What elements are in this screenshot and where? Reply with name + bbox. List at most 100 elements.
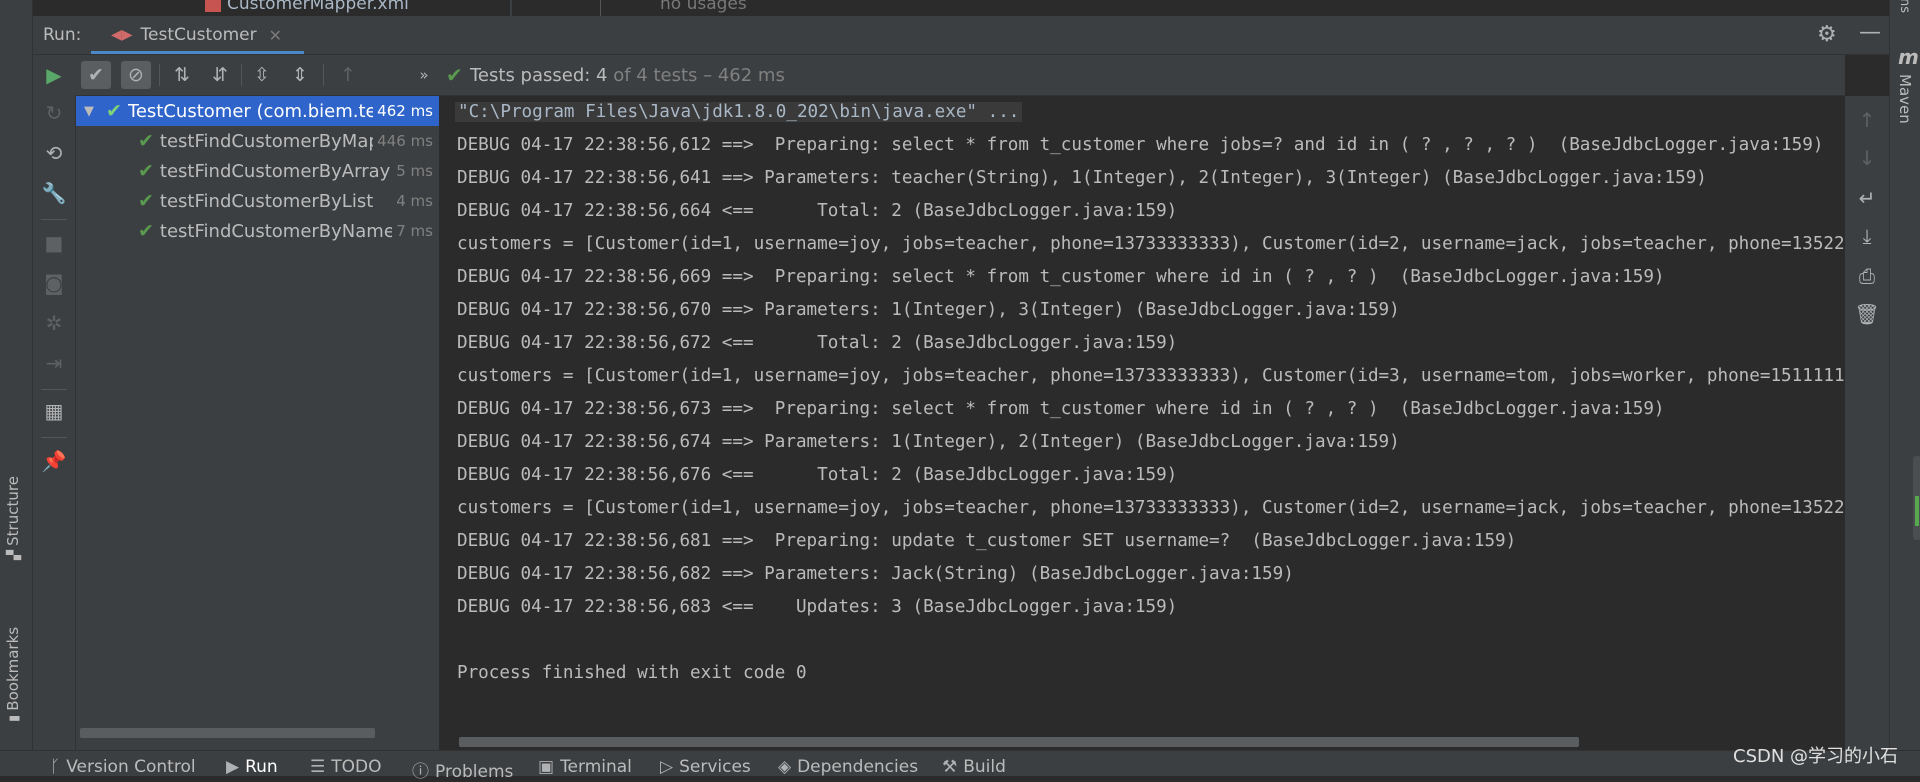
watermark: CSDN @学习的小石 [1733, 746, 1899, 767]
gear-icon[interactable]: ⚙ [1817, 22, 1837, 47]
arrow-down-icon: ↓ [1858, 146, 1876, 170]
maven-tool-button[interactable]: Maven [1896, 74, 1914, 124]
memory-fill [1915, 496, 1919, 526]
print-button[interactable]: ⎙ [1853, 262, 1881, 290]
run-tab-testcustomer[interactable]: ◀▶ TestCustomer ✕ [91, 16, 305, 54]
checkmark-icon: ✔ [138, 160, 154, 182]
structure-tool-button[interactable]: ▞ Structure [4, 476, 22, 560]
sort-alpha-icon: ⇅ [174, 64, 190, 86]
previous-failed-button[interactable]: ↑ [333, 61, 363, 89]
services-icon: ▷ [660, 757, 674, 777]
toggle-auto-test-button[interactable]: ⟲ [40, 139, 68, 167]
rerun-button[interactable]: ▶ [40, 61, 68, 89]
console-line: DEBUG 04-17 22:38:56,664 <== Total: 2 (B… [457, 201, 1178, 221]
console-exit-line: Process finished with exit code 0 [457, 663, 807, 683]
console-line: DEBUG 04-17 22:38:56,670 ==> Parameters:… [457, 300, 1400, 320]
tool-button-services[interactable]: ▷ Services [660, 757, 751, 777]
tree-row-test[interactable]: ✔ testFindCustomerByArray 5 ms [76, 156, 439, 186]
tool-button-problems[interactable]: ⓘ Problems [412, 757, 513, 782]
chevron-down-icon[interactable]: ▼ [84, 104, 98, 119]
run-icon: ▶ [226, 757, 240, 777]
bookmarks-tool-button[interactable]: ▮ Bookmarks [4, 627, 22, 722]
dump-threads-button[interactable]: ◙ [40, 269, 68, 297]
passed-count: 4 [596, 65, 608, 86]
test-duration: 4 ms [396, 192, 433, 210]
divider [159, 64, 160, 86]
collapse-all-button[interactable]: ⇕ [285, 61, 315, 89]
down-stack-trace-button[interactable]: ↓ [1853, 144, 1881, 172]
bottom-tool-window-bar: ᚴ Version Control ▶ Run ☰ TODO ⓘ Problems ▣ T… [0, 750, 1920, 782]
tool-button-label: Services [679, 757, 751, 777]
console-line: DEBUG 04-17 22:38:56,682 ==> Parameters:… [457, 564, 1294, 584]
tool-button-terminal[interactable]: ▣ Terminal [538, 757, 632, 777]
sort-alphabetically-button[interactable]: ⇅ [167, 61, 197, 89]
minimize-icon[interactable]: — [1859, 20, 1881, 45]
console-line: DEBUG 04-17 22:38:56,674 ==> Parameters:… [457, 432, 1400, 452]
layout-icon: ▦ [44, 399, 64, 423]
rerun-failed-button[interactable]: ↻ [40, 99, 68, 127]
tree-horizontal-scrollbar[interactable] [80, 728, 375, 738]
tool-button-label: Build [963, 757, 1006, 777]
usages-hint: no usages [660, 0, 747, 14]
tree-row-test[interactable]: ✔ testFindCustomerByList 4 ms [76, 186, 439, 216]
tree-row-root[interactable]: ▼ ✔ TestCustomer (com.biem.te 462 ms [76, 96, 439, 126]
show-passed-button[interactable]: ✔ [81, 61, 111, 89]
console-line: DEBUG 04-17 22:38:56,673 ==> Preparing: … [457, 399, 1665, 419]
test-tree-toolbar: ✔ ⊘ ⇅ ⇵ ⇳ ⇕ ↑ » [75, 55, 440, 96]
tool-button-build[interactable]: ⚒ Build [942, 757, 1006, 777]
tree-row-test[interactable]: ✔ testFindCustomerByMap 446 ms [76, 126, 439, 156]
tool-button-todo[interactable]: ☰ TODO [310, 757, 382, 777]
checkmark-icon: ✔ [446, 63, 463, 87]
console-command-line[interactable]: "C:\Program Files\Java\jdk1.8.0_202\bin\… [455, 102, 1023, 122]
console-line: customers = [Customer(id=1, username=joy… [457, 498, 1845, 518]
exit-icon: ⇥ [45, 351, 63, 375]
test-name: testFindCustomerByName [159, 220, 393, 242]
camera-icon: ◙ [44, 271, 64, 295]
tool-button-label: Problems [435, 762, 514, 782]
problems-icon: ⓘ [412, 762, 429, 782]
console-horizontal-scrollbar[interactable] [459, 737, 1579, 747]
run-side-toolbar: ▶ ↻ ⟲ 🔧 ■ ◙ ✲ ⇥ ▦ 📌 [33, 55, 76, 750]
sort-duration-icon: ⇵ [212, 64, 228, 86]
branch-icon: ᚴ [50, 757, 61, 777]
layout-button[interactable]: ▦ [40, 397, 68, 425]
status-rest: of 4 tests – 462 ms [607, 65, 785, 86]
test-name: testFindCustomerByList [159, 190, 374, 212]
test-duration: 462 ms [377, 102, 433, 120]
test-status-text: Tests passed: 4 of 4 tests – 462 ms [470, 65, 785, 86]
tool-button-dependencies[interactable]: ◈ Dependencies [778, 757, 918, 777]
debug-button[interactable]: ✲ [40, 309, 68, 337]
notifications-tool-label[interactable]: ns [1897, 0, 1912, 13]
divider [600, 0, 601, 16]
editor-tab-customer-mapper[interactable]: CustomerMapper.xml [205, 0, 409, 14]
console-line: DEBUG 04-17 22:38:56,612 ==> Preparing: … [457, 135, 1824, 155]
pin-tab-button[interactable]: 📌 [40, 447, 68, 475]
up-stack-trace-button[interactable]: ↑ [1853, 106, 1881, 134]
tool-button-version-control[interactable]: ᚴ Version Control [50, 757, 196, 777]
close-icon[interactable]: ✕ [269, 26, 282, 45]
edit-configuration-button[interactable]: 🔧 [40, 179, 68, 207]
tool-button-run[interactable]: ▶ Run [226, 757, 278, 777]
divider [41, 437, 67, 438]
soft-wrap-icon: ↵ [1858, 186, 1876, 210]
stop-button[interactable]: ■ [40, 229, 68, 257]
exit-button[interactable]: ⇥ [40, 349, 68, 377]
console-line: DEBUG 04-17 22:38:56,683 <== Updates: 3 … [457, 597, 1178, 617]
console-output[interactable]: "C:\Program Files\Java\jdk1.8.0_202\bin\… [441, 96, 1845, 750]
test-duration: 5 ms [396, 162, 433, 180]
scroll-to-end-button[interactable]: ⤓ [1853, 222, 1881, 250]
tree-row-test[interactable]: ✔ testFindCustomerByName 7 ms [76, 216, 439, 246]
rerun-failed-icon: ↻ [45, 101, 63, 125]
tool-button-label: TODO [331, 757, 382, 777]
collapse-all-icon: ⇕ [292, 64, 308, 86]
show-ignored-button[interactable]: ⊘ [121, 61, 151, 89]
more-actions-button[interactable]: » [409, 61, 439, 89]
sort-by-duration-button[interactable]: ⇵ [205, 61, 235, 89]
test-results-tree: ▼ ✔ TestCustomer (com.biem.te 462 ms ✔ t… [76, 96, 440, 750]
expand-all-icon: ⇳ [254, 64, 270, 86]
expand-all-button[interactable]: ⇳ [247, 61, 277, 89]
soft-wrap-button[interactable]: ↵ [1853, 184, 1881, 212]
divider [41, 219, 67, 220]
clear-all-button[interactable]: 🗑 [1853, 300, 1881, 328]
console-line: customers = [Customer(id=1, username=joy… [457, 366, 1845, 386]
